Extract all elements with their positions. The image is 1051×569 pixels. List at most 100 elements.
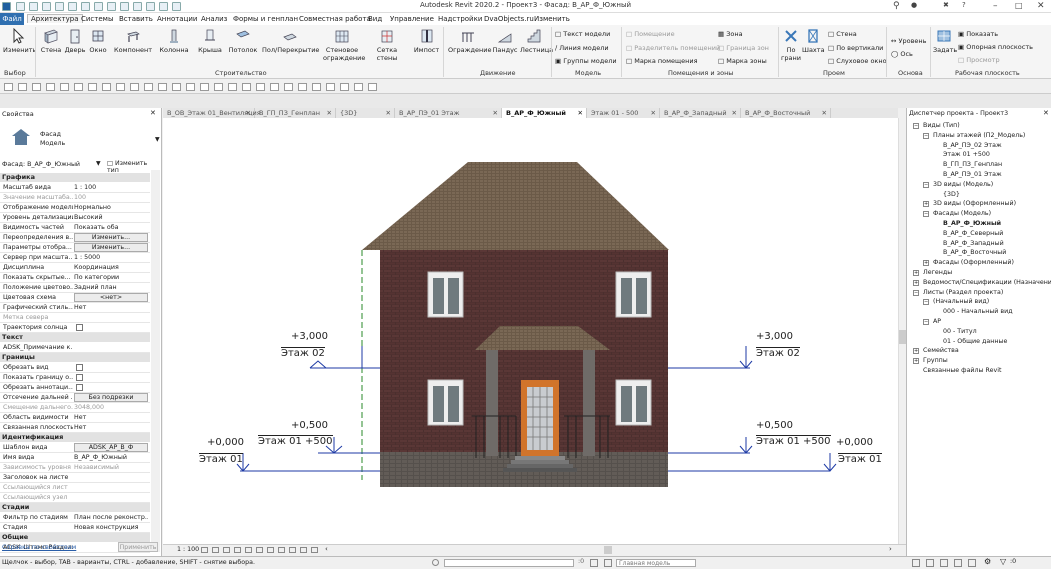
workset-field[interactable] [444,559,574,567]
properties-close-icon[interactable]: ✕ [150,109,156,117]
view-tab[interactable]: В_АР_ПЭ_01 Этаж ✕ [395,108,502,118]
property-row[interactable]: Связанная плоскость Нет [0,423,150,433]
undo-icon[interactable] [55,2,64,11]
ramp-button[interactable]: Пандус [492,28,518,54]
tree-toggle-icon[interactable]: + [923,260,929,267]
show-workplane-button[interactable]: ▣ Показать [958,30,998,38]
property-value[interactable]: Нормально [74,204,148,211]
drawing-vertical-scrollbar[interactable] [898,118,906,545]
model-text-button[interactable]: □ Текст модели [555,30,610,38]
crop-region-icon[interactable] [256,547,263,553]
property-row[interactable]: Метка севера [0,313,150,323]
property-row[interactable]: Показать скрытые... По категории [0,273,150,283]
tab-collaborate[interactable]: Совместная работа [299,15,371,23]
browser-tree-item[interactable]: Виды (Тип) [923,122,960,129]
browser-tree-item[interactable]: Ведомости/Спецификации (Назначение [923,279,1051,286]
properties-scrollbar[interactable] [151,170,160,552]
property-row[interactable]: Отображение модели Нормально [0,203,150,213]
tree-toggle-icon[interactable]: + [913,270,919,276]
window-lower-right[interactable] [615,379,652,426]
property-value[interactable]: Нет [74,424,148,431]
set-workplane-button[interactable]: Задать [933,28,957,54]
unlock-3d-icon[interactable] [267,547,274,553]
property-checkbox[interactable] [76,374,83,381]
level-2-elevation-right[interactable]: +3,000 [756,331,793,342]
sync-icon[interactable] [42,2,51,11]
room-button[interactable]: □ Помещение [626,30,675,38]
view-tab[interactable]: Этаж 01 - 500 ✕ [587,108,660,118]
browser-tree-item[interactable]: Связанные файлы Revit [923,367,1001,374]
toolbar-icon[interactable] [340,83,349,91]
close-icon[interactable]: ✕ [386,108,391,118]
select-underlay-icon[interactable] [926,559,934,567]
toolbar-icon[interactable] [130,83,139,91]
browser-tree-item[interactable]: АР [933,318,941,325]
close-icon[interactable]: ✕ [327,108,332,118]
browser-tree-item[interactable]: Планы этажей (П2_Модель) [933,132,1025,139]
property-value[interactable]: ADSK_АР_В_Ф [74,443,148,452]
toolbar-icon[interactable] [200,83,209,91]
window-upper-left[interactable] [427,271,464,318]
property-row[interactable]: Имя вида В_АР_Ф_Южный [0,453,150,463]
level-1-elevation-left[interactable]: +0,000 [207,437,244,448]
tree-toggle-icon[interactable]: − [923,319,929,325]
mullion-button[interactable]: Импост [413,28,440,54]
analytical-model-icon[interactable] [300,547,307,553]
property-value[interactable]: План после реконстр... [74,514,148,521]
main-roof[interactable] [362,162,669,250]
search-icon[interactable]: ⚲ [893,1,900,11]
toolbar-icon[interactable] [368,83,377,91]
toolbar-icon[interactable] [214,83,223,91]
tab-insert[interactable]: Вставить [119,15,153,23]
tab-modify[interactable]: Изменить [534,15,570,23]
property-row[interactable]: Уровень детализации Высокий [0,213,150,223]
toolbar-icon[interactable] [242,83,251,91]
level-1-name-right[interactable]: Этаж 01 [838,453,882,465]
model-line-button[interactable]: ∕ Линия модели [555,44,609,52]
help-icon[interactable]: ? [962,1,966,9]
property-value[interactable]: Показать оба [74,224,148,231]
window-button[interactable]: Окно [87,28,109,54]
property-row[interactable]: Масштаб вида 1 : 100 [0,183,150,193]
sun-path-icon[interactable] [223,547,230,553]
redo-icon[interactable] [68,2,77,11]
tab-annotate[interactable]: Аннотации [157,15,197,23]
toolbar-icon[interactable] [228,83,237,91]
toolbar-icon[interactable] [18,83,27,91]
porch-column-left[interactable] [486,350,498,456]
browser-tree-item[interactable]: {3D} [943,191,960,198]
property-row[interactable]: Стадия Новая конструкция [0,523,150,533]
grid-button[interactable]: ◯ Ось [891,50,913,58]
property-value[interactable]: Без подрезки [74,393,148,402]
tree-toggle-icon[interactable]: − [923,211,929,218]
tree-toggle-icon[interactable]: + [923,201,929,208]
browser-tree-item[interactable]: Листы (Раздел проекта) [923,289,1003,296]
thin-lines-icon[interactable] [146,2,155,11]
browser-tree-item[interactable]: 000 - Начальный вид [943,308,1013,315]
close-icon[interactable]: ✕ [246,108,251,118]
select-panel-label[interactable]: Выбор [4,69,26,77]
level-1-elevation-right[interactable]: +0,000 [836,437,873,448]
view-tab[interactable]: В_ГП_ПЗ_Генплан ✕ [255,108,336,118]
maximize-icon[interactable]: □ [1015,1,1023,10]
scroll-thumb[interactable] [899,330,906,344]
level-2-name-left[interactable]: Этаж 02 [281,347,325,359]
railing-button[interactable]: Ограждение [448,28,491,54]
property-row[interactable]: Смещение дальнего... 3048,000 [0,403,150,413]
toolbar-icon[interactable] [158,83,167,91]
tab-massing[interactable]: Формы и генплан [233,15,298,23]
design-option-field[interactable]: Главная модель [616,559,696,567]
editable-only-icon[interactable] [604,559,612,567]
property-value[interactable]: Новая конструкция [74,524,148,531]
highlight-displacement-icon[interactable] [311,547,318,553]
property-group-header[interactable]: Идентификация [0,433,150,442]
properties-help-link[interactable]: Справка по свойствам [2,544,76,551]
browser-tree-item[interactable]: 00 - Титул [943,328,977,335]
text-icon[interactable] [107,2,116,11]
browser-tree-item[interactable]: В_АР_Ф_Восточный [943,249,1006,256]
property-row[interactable]: Цветовая схема <нет> [0,293,150,303]
visual-style-icon[interactable] [212,547,219,553]
floor-button[interactable]: Пол/Перекрытие [262,28,319,54]
view-tab[interactable]: В_АР_Ф_Западный ✕ [660,108,741,118]
property-row[interactable]: Обрезать вид [0,363,150,373]
